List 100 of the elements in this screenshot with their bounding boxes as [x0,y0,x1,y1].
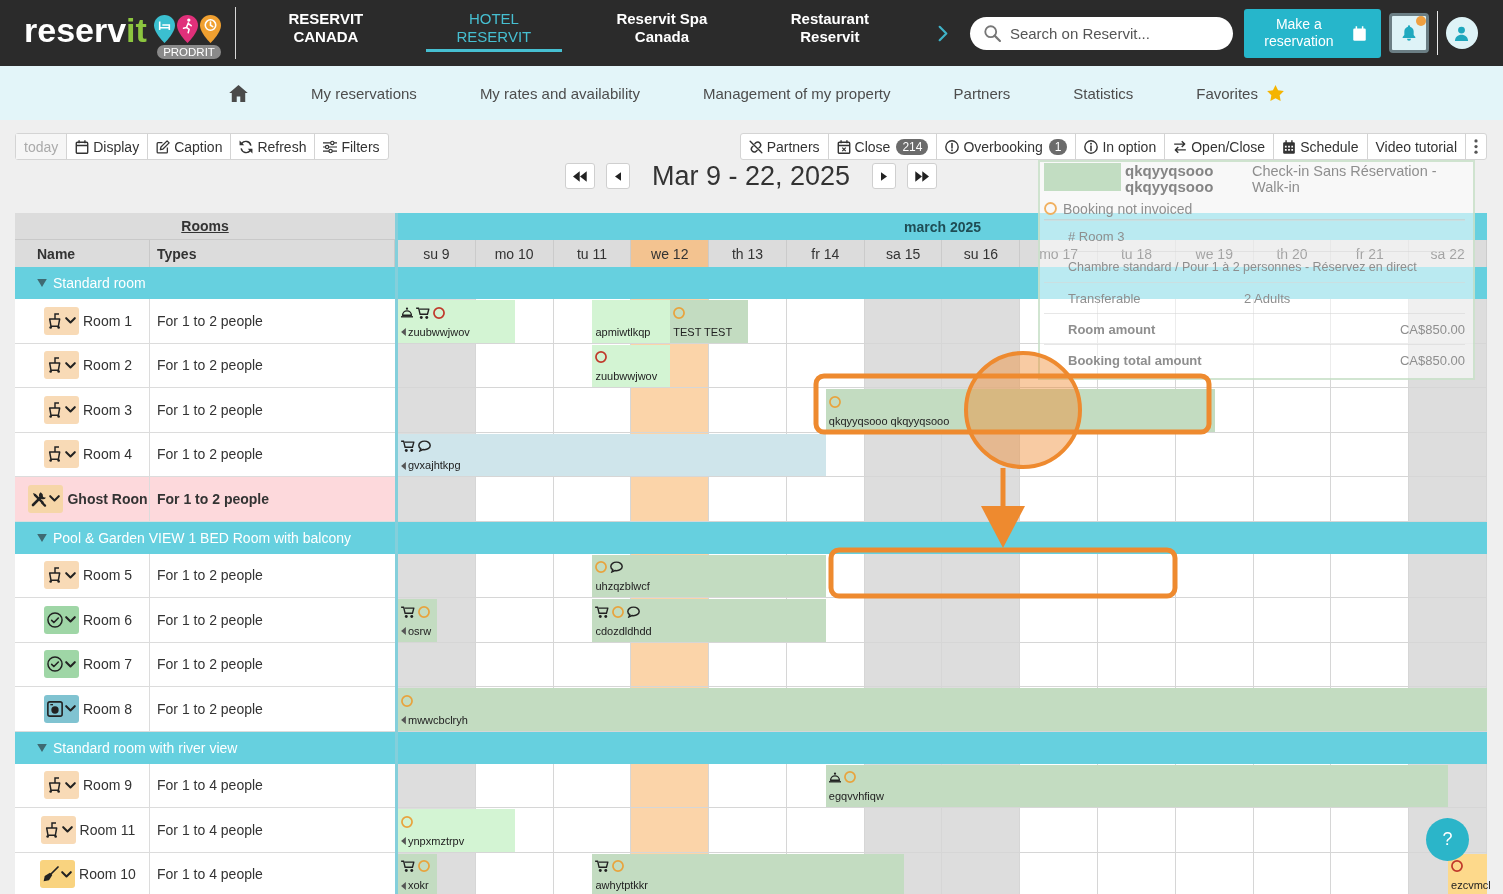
chevron-down-icon [65,616,76,624]
housekeeping-status-button[interactable] [28,484,64,513]
calendar-icon [75,139,90,154]
room-type: For 1 to 2 people [150,299,395,343]
menu-link[interactable]: Statistics [1073,84,1134,102]
ring-icon [1044,202,1057,215]
booking-bar[interactable]: uhzqzblwcf [592,554,826,597]
day-header: su 16 [942,240,1021,267]
menu-link[interactable]: Management of my property [702,84,891,102]
toolbar-button[interactable]: In option [1076,134,1166,159]
more-icon [1474,139,1478,154]
room-type: For 1 to 2 people [150,642,395,686]
housekeeping-status-button[interactable] [40,815,76,844]
caret-left-icon [401,461,406,470]
housekeeping-status-button[interactable] [44,694,79,723]
housekeeping-status-button[interactable] [44,351,79,380]
booking-bar[interactable]: zuubwwjwov [592,344,671,387]
day-header: su 9 [398,240,476,267]
toolbar-button[interactable]: Open/Close [1165,134,1275,159]
housekeeping-status-button[interactable] [40,860,76,889]
room-name: Room 2 [83,357,132,374]
housekeeping-status-button[interactable] [44,306,79,335]
search-icon [983,24,1001,42]
toolbar-button[interactable]: Display [67,134,149,159]
booking-bar[interactable]: osrw [398,599,437,642]
chevron-down-icon [61,826,73,834]
edition-label: PRODRIT [157,45,221,59]
room-type: For 1 to 2 people [150,553,395,597]
column-header: Types [150,240,395,267]
fast-forward-button[interactable] [907,163,938,189]
account-button[interactable] [1445,17,1478,49]
scroll-right-button[interactable] [937,24,948,42]
toolbar-button[interactable]: Caption [148,134,232,159]
chevron-down-icon [49,495,61,503]
room-name: Room 9 [83,777,132,794]
nav-tab[interactable]: Restaurant Reservit [761,6,898,52]
room-type: For 1 to 2 people [150,432,395,476]
clock-pin-icon [199,15,221,43]
room-name: Room 5 [83,567,132,584]
triangle-right-icon [881,171,888,181]
housekeeping-status-button[interactable] [44,605,79,634]
booking-bar[interactable]: cdozdldhdd [592,599,826,642]
nav-tab[interactable]: RESERVIT CANADA [257,6,394,52]
rewind-button[interactable] [564,163,595,189]
room-name: Room 8 [83,700,132,717]
menu-link[interactable]: My reservations [311,84,417,102]
previous-button[interactable] [605,163,630,189]
housekeeping-status-button[interactable] [44,561,79,590]
room-type: For 1 to 4 people [150,763,395,807]
toolbar-button[interactable]: Filters [315,134,388,159]
search-field[interactable]: Search on Reservit... [969,16,1233,50]
alert-circle-icon [945,139,960,154]
notifications-button[interactable] [1388,13,1429,53]
menu-link[interactable]: My rates and availability [479,84,640,102]
housekeeping-status-button[interactable] [44,650,79,679]
toolbar-button[interactable]: Schedule [1274,134,1368,159]
housekeeping-status-button[interactable] [44,395,79,424]
refresh-icon [239,139,254,154]
menu-link[interactable]: Partners [953,84,1011,102]
toolbar-button[interactable]: Overbooking 1 [937,134,1077,159]
nav-tab[interactable]: HOTEL RESERVIT [425,6,562,52]
counter: 1 [1048,138,1068,155]
toolbar-button[interactable]: Partners [740,134,829,159]
home-icon [229,84,248,102]
category-name: Standard room [53,275,146,291]
logo-wordmark: reservit [24,13,147,47]
chevron-down-icon [65,361,76,369]
chevron-down-icon [65,450,76,458]
booking-bar[interactable]: egqvvhfiqw [825,764,1449,807]
housekeeping-status-button[interactable] [44,771,79,800]
room-type: For 1 to 2 people [150,343,395,387]
mop-bucket-icon [47,357,63,374]
nav-tab[interactable]: Reservit Spa Canada [593,6,730,52]
toolbar-button[interactable]: Video tutorial [1367,134,1466,159]
calendar-grid-icon [1282,139,1297,154]
booking-bar[interactable]: xokr [398,853,437,894]
speech-bubble-icon [610,561,624,573]
home-button[interactable] [229,84,248,102]
booking-bar[interactable]: zuubwwjwov [398,300,515,343]
chevron-down-icon [65,317,76,325]
booking-bar[interactable]: awhytptkkr [592,853,904,894]
room-name: Room 4 [83,446,132,463]
favorites-link[interactable]: Favorites [1196,84,1284,102]
washer-icon [47,700,63,717]
chevron-down-icon [65,705,76,713]
date-range-title: Mar 9 - 22, 2025 [651,160,851,192]
check-circle-icon [47,611,63,628]
housekeeping-status-button[interactable] [44,440,79,469]
room-type: For 1 to 2 people [150,687,395,731]
category-name: Standard room with river view [53,739,238,756]
caret-left-icon [401,627,406,635]
booking-bar[interactable]: gvxajhtkpg [398,433,826,476]
cart-icon [595,605,610,618]
next-button[interactable] [872,163,897,189]
toolbar-button[interactable]: Refresh [231,134,316,159]
toolbar-button[interactable]: Close 214 [828,134,938,159]
star-icon [1266,85,1284,101]
cart-icon [401,605,415,618]
room-type: For 1 to 2 people [150,477,395,521]
bell-icon [1400,25,1417,41]
